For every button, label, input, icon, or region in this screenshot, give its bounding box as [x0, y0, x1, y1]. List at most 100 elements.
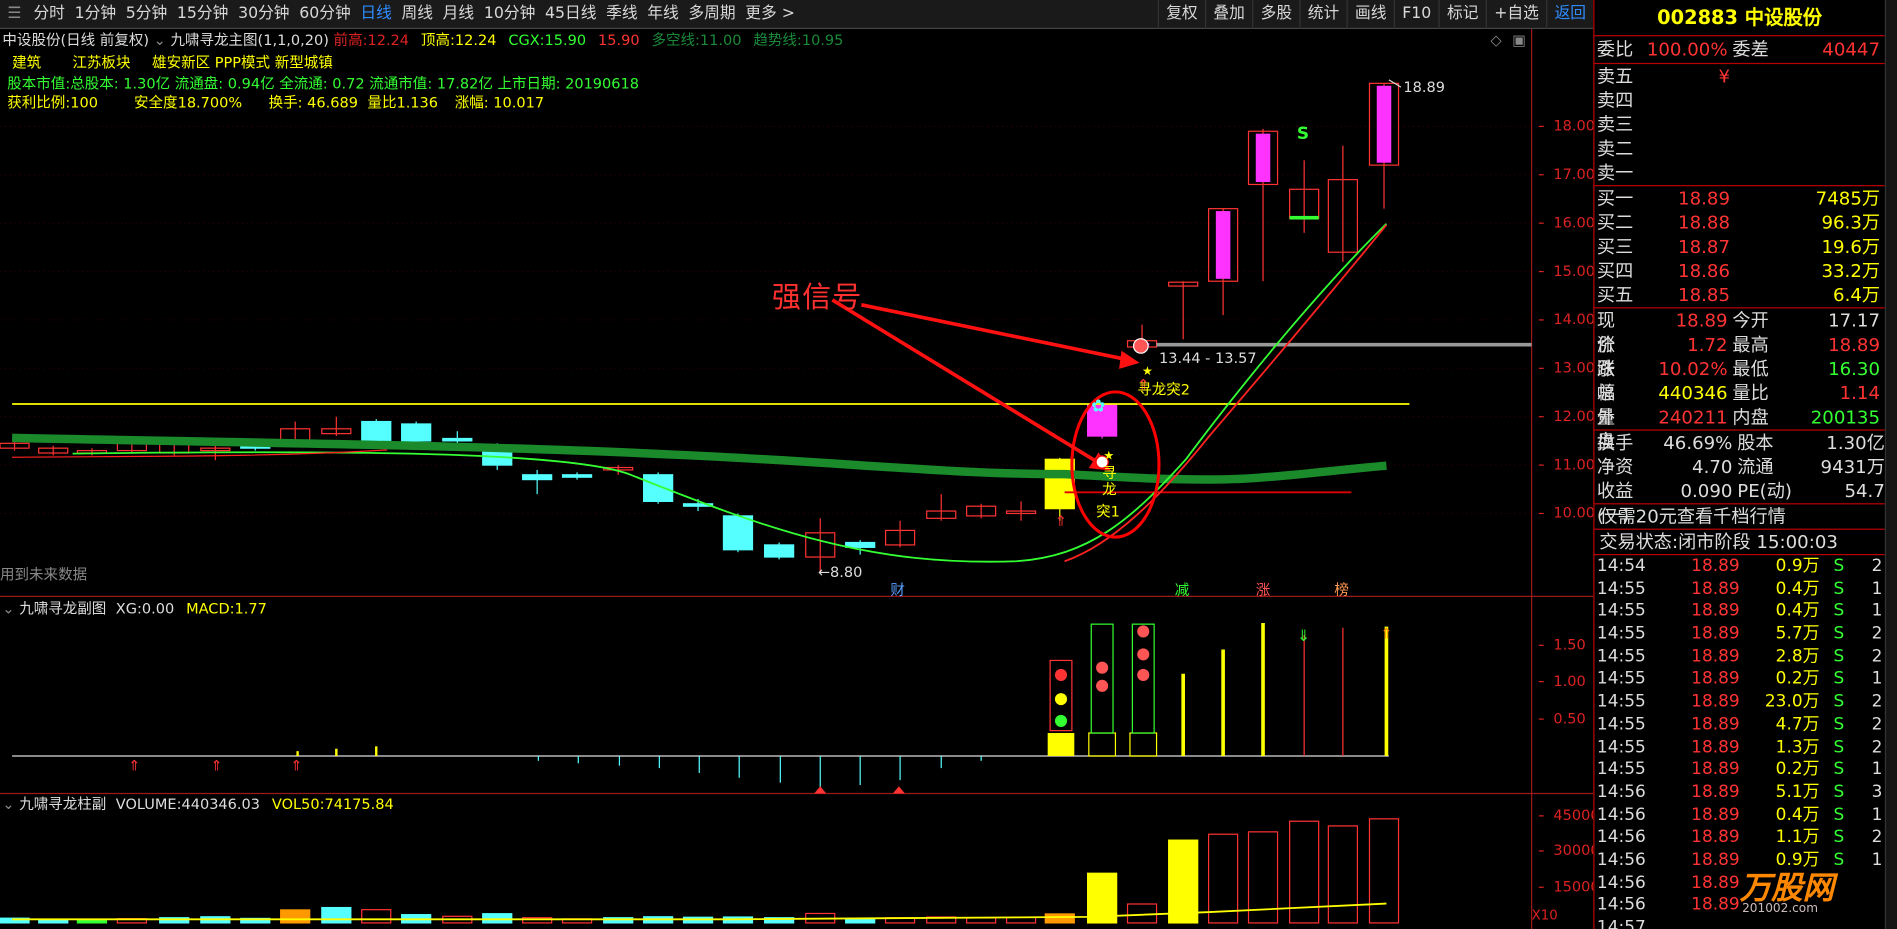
vol-unit: X10	[1531, 907, 1558, 923]
bid-row: 买一 18.89 7485万	[1596, 187, 1881, 210]
vol-title[interactable]: 九啸寻龙柱副	[19, 796, 106, 813]
ask-row: 卖一	[1596, 162, 1634, 184]
candle	[643, 472, 674, 504]
candle	[966, 503, 997, 519]
volume-header: ⌄ 九啸寻龙柱副 VOLUME:440346.03 VOL50:74175.84	[2, 796, 393, 814]
quote-row: 现价 18.89 今开 17.17	[1596, 309, 1881, 356]
signal-icon	[1137, 625, 1150, 638]
signal-2: 寻龙突2	[1137, 381, 1191, 398]
tick-row: 14:57	[1596, 918, 1646, 929]
volume-value: 440346.03	[181, 795, 261, 813]
weicha-label: 委差	[1732, 38, 1769, 61]
trade-state: 交易状态:闭市阶段 15:00:03	[1595, 530, 1885, 554]
signal-icon	[1054, 668, 1068, 682]
mark-jian: 减	[1174, 581, 1190, 599]
candle	[926, 494, 957, 521]
candle	[1247, 128, 1279, 282]
volume-bar	[361, 909, 392, 924]
price-chart[interactable]: ✿★★⇑⇑⇑ ⇑ ⇑⇓ ⇑	[0, 0, 1594, 929]
quote-row: 涨幅 10.02% 最低 16.30	[1596, 358, 1881, 405]
volume-bar	[321, 906, 352, 924]
macd-signal-box	[1047, 733, 1075, 756]
tick-row: 14:55 18.89 23.0万 S 2	[1596, 692, 1883, 712]
low-label: ←8.80	[817, 563, 863, 581]
sell-signal: S	[1296, 124, 1310, 144]
tick-row: 14:55 18.89 0.2万 S 1	[1596, 759, 1883, 780]
candle	[361, 419, 392, 444]
promo-link[interactable]: 仅需20元查看千档行情	[1595, 504, 1885, 528]
candle	[38, 445, 69, 456]
macd-value: 1.77	[234, 599, 267, 617]
signal-icon	[1137, 668, 1150, 682]
candle-body	[442, 437, 473, 442]
volume-bar	[482, 913, 513, 924]
candle	[1005, 501, 1037, 521]
xg-label: XG:	[115, 599, 142, 617]
tick-row: 14:56 18.89 5.1万 S 3	[1596, 782, 1883, 802]
signal-icon	[1054, 693, 1068, 706]
tick-row: 14:56 18.89 0.4万 S 1	[1596, 805, 1883, 825]
candle	[321, 416, 352, 437]
macd-bars: ⇑ ⇑ ⇑ ⇓ ⇑	[12, 622, 1393, 794]
bid-row: 买三 18.87 19.6万	[1596, 235, 1881, 258]
bid-row: 买二 18.88 96.3万	[1596, 211, 1881, 234]
candle	[1044, 457, 1075, 521]
macd-label: MACD:	[186, 599, 235, 617]
candle-body	[522, 474, 553, 481]
candle-body	[361, 420, 392, 442]
up-arrow-icon: ⇑	[211, 759, 223, 775]
signal-1: 寻 龙	[1101, 464, 1118, 498]
candle	[401, 421, 432, 444]
trend-band	[12, 433, 1387, 484]
volume-bar	[1168, 839, 1199, 924]
bid-book: 买一 18.89 7485万 买二 18.88 96.3万 买三 18.87 19.6万 买四 18…	[1595, 186, 1885, 307]
candle	[1207, 208, 1239, 316]
sub-title[interactable]: 九啸寻龙副图	[19, 600, 106, 617]
volume-bar	[280, 909, 311, 924]
candle-body	[401, 423, 432, 442]
vol50-label: VOL50:	[271, 795, 325, 813]
vol50-value: 74175.84	[324, 795, 394, 813]
ask-book: 卖五 ¥ 卖四 卖三 卖二 卖一	[1595, 64, 1885, 185]
volume-bar	[1368, 818, 1400, 924]
stats-row: 收益(一) 0.090 PE(动) 54.7	[1596, 480, 1885, 527]
tick-row: 14:55 18.89 5.7万 S 2	[1596, 624, 1883, 644]
down-arrow-icon: ⇓	[1297, 626, 1310, 645]
volume-label: VOLUME:	[115, 795, 182, 813]
candle-inner	[1215, 211, 1231, 279]
star-icon: ★	[1103, 449, 1114, 463]
annotation-strong-signal: 强信号	[771, 280, 863, 315]
stock-code: 002883	[1657, 6, 1738, 30]
range-label: 13.44 - 13.57	[1158, 349, 1257, 367]
marker-triangle	[892, 786, 905, 794]
signal-1-char-2: 突1	[1096, 503, 1120, 521]
volume-bar	[1327, 825, 1359, 924]
butterfly-icon: ✿	[1091, 395, 1105, 415]
candle-body	[722, 515, 754, 551]
collapse-icon[interactable]: ⌄	[2, 600, 19, 617]
up-arrow-icon: ⇑	[1055, 514, 1067, 530]
candle	[1368, 82, 1400, 209]
trade-state-label: 交易状态:	[1599, 531, 1679, 553]
up-arrow-icon: ⇑	[1380, 627, 1392, 643]
app-window: ☰ 分时 1分钟 5分钟 15分钟 30分钟 60分钟 日线 周线 月线 10分…	[0, 0, 1897, 929]
tick-row: 14:55 18.89 1.3万 S 2	[1596, 737, 1883, 757]
ask-row: 卖三	[1596, 113, 1634, 136]
tick-row: 14:56 18.89 1.1万 S 2	[1596, 827, 1883, 848]
tick-row: 14:55 18.89 2.8万 S 2	[1596, 646, 1883, 667]
candle	[884, 520, 916, 548]
volume-bar	[1044, 913, 1075, 924]
stock-name: 中设股份	[1744, 6, 1823, 30]
bid-row: 买五 18.85 6.4万	[1596, 284, 1881, 307]
quote-row: 外盘 240211 内盘 200135	[1596, 406, 1881, 453]
signal-icon	[1137, 648, 1150, 661]
candle	[1168, 281, 1199, 340]
volume-bar	[1207, 833, 1239, 924]
collapse-icon-2[interactable]: ⌄	[2, 796, 19, 813]
mark-zhang: 涨	[1255, 581, 1271, 599]
candle	[522, 469, 553, 495]
signal-1-char-0: 寻	[1102, 464, 1117, 482]
candle	[561, 472, 593, 480]
scrollbar[interactable]	[1884, 0, 1897, 929]
signal-1-char-1: 龙	[1102, 481, 1117, 499]
